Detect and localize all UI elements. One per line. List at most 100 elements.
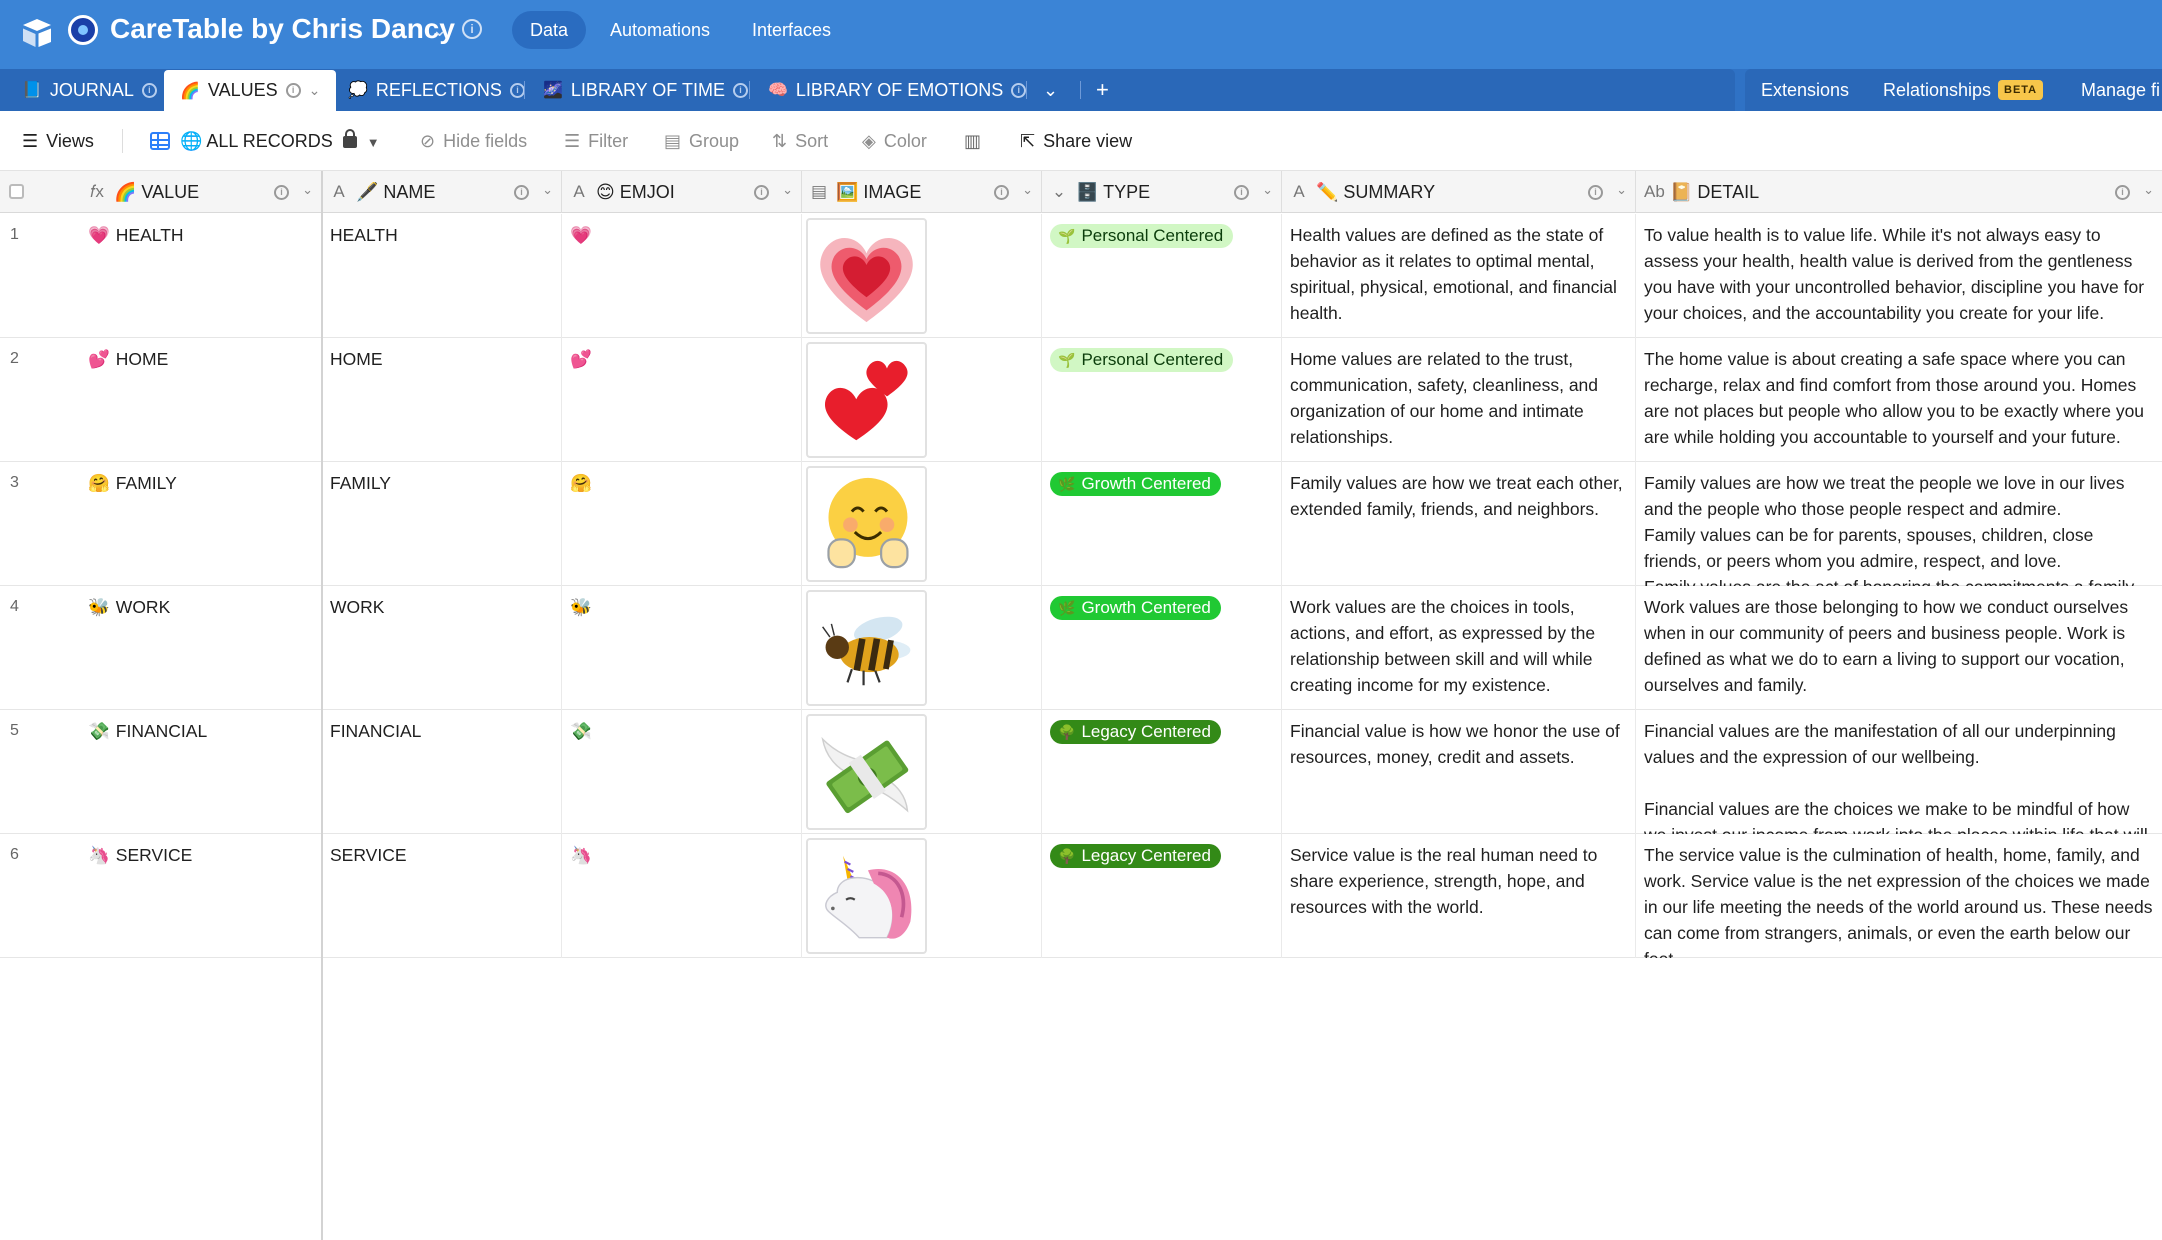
share-view-button[interactable]: ⇱ Share view [1020,111,1132,171]
cell-emoji[interactable]: 💗 [562,214,802,338]
tab-reflections[interactable]: 💭 REFLECTIONS i [348,69,525,111]
chevron-down-icon[interactable]: ⌄ [309,82,321,99]
image-thumbnail[interactable] [806,218,927,334]
cell-type[interactable]: 🌱 Personal Centered [1042,338,1282,462]
tab-library-of-emotions[interactable]: 🧠 LIBRARY OF EMOTIONS i [768,69,1027,111]
column-header-name[interactable]: A 🖋️ NAME i ⌄ [322,171,562,213]
cell-image[interactable] [802,834,1042,958]
cell-detail[interactable]: Financial values are the manifestation o… [1636,710,2162,834]
cell-summary[interactable]: Family values are how we treat each othe… [1282,462,1636,586]
cell-value[interactable]: 🐝 WORK [80,586,322,710]
cell-summary[interactable]: Financial value is how we honor the use … [1282,710,1636,834]
info-icon[interactable]: i [994,185,1009,200]
color-button[interactable]: ◈ Color [862,111,927,171]
table-row[interactable]: 5 💸 FINANCIAL FINANCIAL 💸 🌳 Legacy Centere… [0,710,2162,834]
chevron-down-icon[interactable]: ⌄ [542,182,553,198]
info-icon[interactable]: i [1588,185,1603,200]
sort-button[interactable]: ⇅ Sort [772,111,828,171]
nav-interfaces[interactable]: Interfaces [752,11,831,49]
info-icon[interactable]: i [285,83,301,98]
info-icon[interactable]: i [509,82,525,98]
cell-detail[interactable]: The service value is the culmination of … [1636,834,2162,958]
info-icon[interactable]: i [732,82,748,98]
tab-values[interactable]: 🌈 VALUES i ⌄ [164,70,337,111]
column-header-emoji[interactable]: A 😊 EMJOI i ⌄ [562,171,802,213]
airtable-logo-icon[interactable] [20,16,54,50]
column-header-detail[interactable]: Ab 📔 DETAIL i ⌄ [1636,171,2162,213]
cell-detail[interactable]: The home value is about creating a safe … [1636,338,2162,462]
cell-name[interactable]: HEALTH [322,214,562,338]
cell-value[interactable]: 💗 HEALTH [80,214,322,338]
nav-data[interactable]: Data [512,11,587,49]
select-all-checkbox[interactable] [9,184,24,199]
group-button[interactable]: ▤ Group [664,111,739,171]
cell-image[interactable] [802,586,1042,710]
tab-library-of-time[interactable]: 🌌 LIBRARY OF TIME i [543,69,748,111]
cell-image[interactable] [802,462,1042,586]
cell-name[interactable]: WORK [322,586,562,710]
cell-detail[interactable]: Work values are those belonging to how w… [1636,586,2162,710]
cell-detail[interactable]: Family values are how we treat the peopl… [1636,462,2162,586]
image-thumbnail[interactable] [806,466,927,582]
cell-emoji[interactable]: 🤗 [562,462,802,586]
chevron-down-icon[interactable]: ⌄ [1043,69,1058,111]
add-table-icon[interactable]: + [1096,69,1109,111]
cell-type[interactable]: 🌿 Growth Centered [1042,586,1282,710]
views-button[interactable]: ☰ Views [22,111,94,171]
cell-value[interactable]: 💸 FINANCIAL [80,710,322,834]
cell-image[interactable] [802,710,1042,834]
info-icon[interactable]: i [1011,82,1027,98]
column-header-image[interactable]: ▤ 🖼️ IMAGE i ⌄ [802,171,1042,213]
cell-emoji[interactable]: 🦄 [562,834,802,958]
info-icon[interactable]: i [141,82,157,98]
cell-name[interactable]: SERVICE [322,834,562,958]
chevron-down-icon[interactable]: ⌄ [1022,182,1033,198]
image-thumbnail[interactable] [806,838,927,954]
cell-type[interactable]: 🌿 Growth Centered [1042,462,1282,586]
cell-type[interactable]: 🌳 Legacy Centered [1042,834,1282,958]
cell-summary[interactable]: Work values are the choices in tools, ac… [1282,586,1636,710]
column-header-value[interactable]: 𝑓x 🌈 VALUE i ⌄ [80,171,322,213]
table-row[interactable]: 2 💕 HOME HOME 💕 🌱 Personal Centered Home v… [0,338,2162,462]
info-icon[interactable]: i [514,185,529,200]
cell-summary[interactable]: Service value is the real human need to … [1282,834,1636,958]
cell-detail[interactable]: To value health is to value life. While … [1636,214,2162,338]
manage-fields-button[interactable]: Manage fi [2081,69,2160,111]
column-header-summary[interactable]: A ✏️ SUMMARY i ⌄ [1282,171,1636,213]
cell-type[interactable]: 🌱 Personal Centered [1042,214,1282,338]
filter-button[interactable]: ☰ Filter [564,111,628,171]
chevron-down-icon[interactable]: ⌄ [782,182,793,198]
column-header-type[interactable]: ⌄ 🗄️ TYPE i ⌄ [1042,171,1282,213]
info-icon[interactable]: i [2115,185,2130,200]
cell-name[interactable]: HOME [322,338,562,462]
base-title[interactable]: CareTable by Chris Dancy [110,13,455,45]
chevron-down-icon[interactable]: ⌄ [302,182,313,198]
cell-image[interactable] [802,338,1042,462]
info-icon[interactable]: i [462,19,482,39]
extensions-button[interactable]: Extensions [1761,69,1849,111]
image-thumbnail[interactable] [806,714,927,830]
info-icon[interactable]: i [754,185,769,200]
nav-automations[interactable]: Automations [610,11,710,49]
cell-value[interactable]: 💕 HOME [80,338,322,462]
table-row[interactable]: 6 🦄 SERVICE SERVICE 🦄 🌳 Legacy Centered Se… [0,834,2162,958]
tab-journal[interactable]: 📘 JOURNAL i [22,69,157,111]
relationships-button[interactable]: Relationships [1883,69,1991,111]
cell-name[interactable]: FAMILY [322,462,562,586]
cell-value[interactable]: 🦄 SERVICE [80,834,322,958]
row-height-button[interactable]: ▥ [964,111,981,171]
cell-value[interactable]: 🤗 FAMILY [80,462,322,586]
info-icon[interactable]: i [1234,185,1249,200]
cell-image[interactable] [802,214,1042,338]
table-row[interactable]: 3 🤗 FAMILY FAMILY 🤗 🌿 Growth Centered Fami… [0,462,2162,586]
view-switcher[interactable]: 🌐 ALL RECORDS ▼ [150,111,380,171]
chevron-down-icon[interactable]: ⌄ [2143,182,2154,198]
hide-fields-button[interactable]: ⊘ Hide fields [420,111,527,171]
chevron-down-icon[interactable]: ⌄ [1262,182,1273,198]
cell-name[interactable]: FINANCIAL [322,710,562,834]
chevron-down-icon[interactable]: ⌄ [432,20,447,41]
cell-summary[interactable]: Health values are defined as the state o… [1282,214,1636,338]
table-row[interactable]: 4 🐝 WORK WORK 🐝 🌿 Growth Centered Work val… [0,586,2162,710]
cell-summary[interactable]: Home values are related to the trust, co… [1282,338,1636,462]
info-icon[interactable]: i [274,185,289,200]
